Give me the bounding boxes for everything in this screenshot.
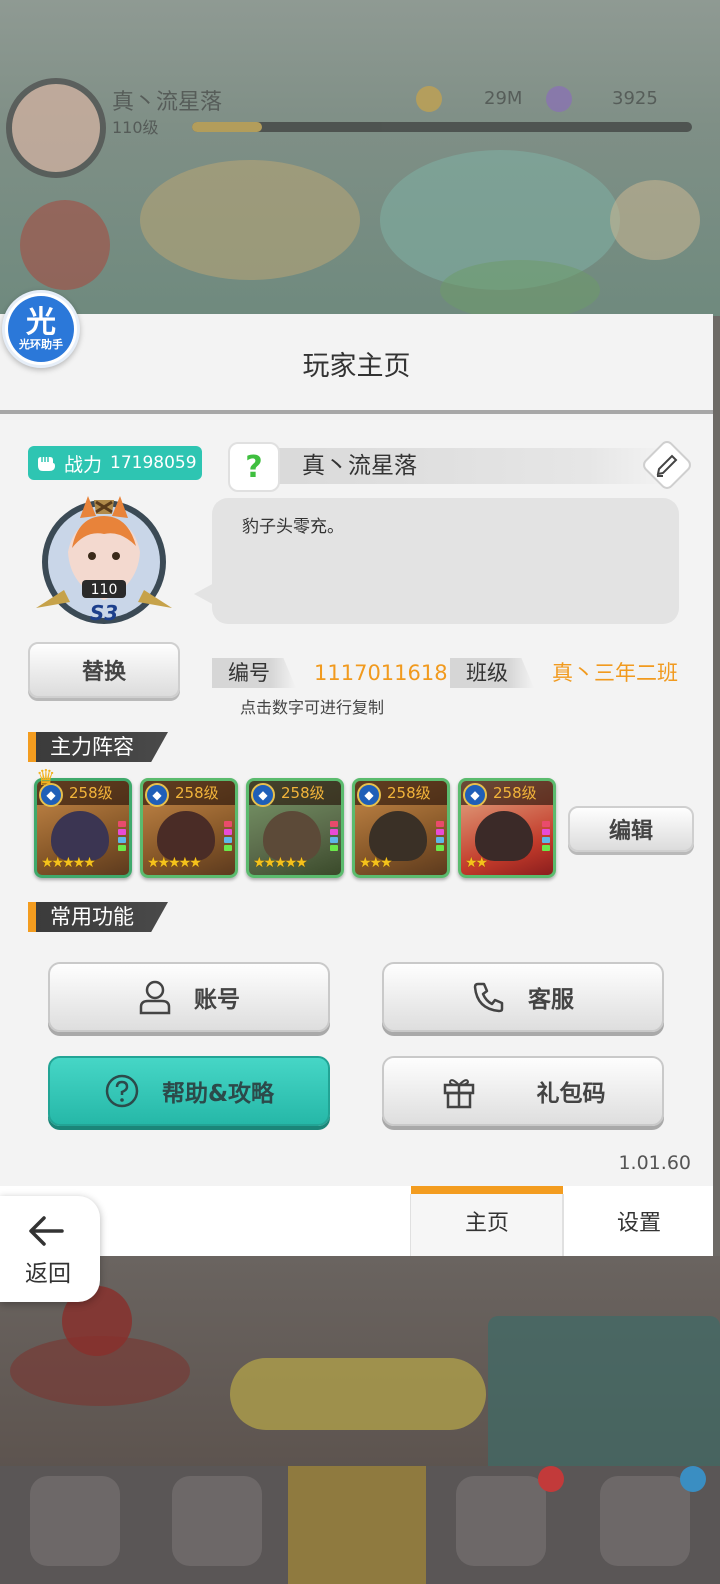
arrow-left-icon bbox=[29, 1216, 64, 1246]
power-value: 17198059 bbox=[110, 453, 197, 473]
back-button[interactable]: 返回 bbox=[0, 1196, 100, 1302]
class-label: 班级 bbox=[450, 658, 534, 688]
phone-icon bbox=[473, 982, 504, 1013]
page-title: 玩家主页 bbox=[302, 351, 411, 382]
edit-lineup-button[interactable]: 编辑 bbox=[568, 806, 694, 852]
fist-icon bbox=[38, 457, 55, 471]
assistant-char: 光 bbox=[26, 304, 56, 340]
back-label: 返回 bbox=[25, 1261, 71, 1287]
hero-stars: ★★ bbox=[465, 855, 488, 871]
avatar-rank: S3 bbox=[90, 601, 118, 625]
bg-xp-bar bbox=[192, 122, 692, 132]
bg-gem-value: 3925 bbox=[612, 88, 658, 109]
bottom-tab-bar: 主页 设置 bbox=[0, 1186, 713, 1256]
assistant-label: 光环助手 bbox=[19, 337, 63, 351]
version-text: 1.01.60 bbox=[618, 1152, 691, 1174]
hero-stars: ★★★★★ bbox=[253, 855, 308, 871]
functions-section-title: 常用功能 bbox=[28, 902, 168, 932]
hero-gear-pips bbox=[542, 821, 550, 853]
diamond-icon: ◆ bbox=[357, 783, 381, 807]
hero-portrait bbox=[51, 811, 109, 861]
tab-home[interactable]: 主页 bbox=[411, 1186, 563, 1256]
power-badge: 战力 17198059 bbox=[28, 446, 202, 480]
hero-stars: ★★★★★ bbox=[41, 855, 96, 871]
hero-gear-pips bbox=[436, 821, 444, 853]
hero-gear-pips bbox=[330, 821, 338, 853]
gift-code-button[interactable]: 礼包码 bbox=[382, 1056, 664, 1126]
id-label: 编号 bbox=[212, 658, 296, 688]
background-hud: 真丶流星落 110级 29M 3925 bbox=[0, 78, 720, 158]
diamond-icon: ◆ bbox=[463, 783, 487, 807]
user-icon bbox=[139, 980, 171, 1015]
crown-icon: ♛ bbox=[36, 766, 56, 791]
bg-player-level: 110级 bbox=[112, 118, 159, 137]
player-profile-panel: 玩家主页 战力 17198059 110 S3 替换 真丶流星落 ? 豹子头零充… bbox=[0, 314, 713, 1186]
help-question-icon[interactable]: ? bbox=[228, 442, 280, 492]
question-circle-icon bbox=[105, 1074, 139, 1108]
lineup-section-title: 主力阵容 bbox=[28, 732, 168, 762]
diamond-icon: ◆ bbox=[251, 783, 275, 807]
hero-portrait bbox=[475, 811, 533, 861]
hero-gear-pips bbox=[118, 821, 126, 853]
bg-gem-icon bbox=[546, 86, 572, 112]
hero-card[interactable]: 258级 ◆ ★★★ bbox=[352, 778, 450, 878]
player-name: 真丶流星落 bbox=[268, 448, 668, 484]
bg-player-name: 真丶流星落 bbox=[112, 90, 223, 115]
player-avatar[interactable]: 110 S3 bbox=[34, 490, 174, 630]
hero-stars: ★★★★★ bbox=[147, 855, 202, 871]
hero-portrait bbox=[369, 811, 427, 861]
background-nav bbox=[0, 1466, 720, 1584]
tab-settings[interactable]: 设置 bbox=[563, 1186, 715, 1256]
diamond-icon: ◆ bbox=[145, 783, 169, 807]
id-value[interactable]: 1117011618 bbox=[314, 658, 448, 688]
customer-service-label: 客服 bbox=[528, 987, 574, 1013]
background-bottom-scene bbox=[0, 1256, 720, 1584]
signature-bubble[interactable]: 豹子头零充。 bbox=[212, 498, 679, 624]
signature-text: 豹子头零充。 bbox=[242, 517, 344, 537]
title-divider bbox=[0, 410, 713, 414]
customer-service-button[interactable]: 客服 bbox=[382, 962, 664, 1032]
assistant-badge[interactable]: 光 光环助手 bbox=[2, 290, 80, 368]
avatar-level: 110 bbox=[91, 582, 118, 598]
class-value[interactable]: 真丶三年二班 bbox=[552, 658, 678, 688]
hero-stars: ★★★ bbox=[359, 855, 393, 871]
hero-portrait bbox=[263, 811, 321, 861]
background-map bbox=[0, 0, 720, 316]
hero-gear-pips bbox=[224, 821, 232, 853]
pencil-edit-icon[interactable] bbox=[640, 438, 694, 492]
hero-card[interactable]: 258级 ◆ ★★ bbox=[458, 778, 556, 878]
bg-gold-icon bbox=[416, 86, 442, 112]
copy-tip: 点击数字可进行复制 bbox=[240, 698, 385, 717]
help-guide-label: 帮助&攻略 bbox=[161, 1081, 275, 1107]
hero-portrait bbox=[157, 811, 215, 861]
gift-icon bbox=[443, 1079, 474, 1109]
swap-avatar-button[interactable]: 替换 bbox=[28, 642, 180, 698]
bg-gold-value: 29M bbox=[484, 88, 523, 109]
account-label: 账号 bbox=[194, 987, 240, 1013]
power-label: 战力 bbox=[64, 453, 103, 476]
hero-card[interactable]: 258级 ◆ ★★★★★ bbox=[140, 778, 238, 878]
hero-card[interactable]: 258级 ◆ ★★★★★ bbox=[34, 778, 132, 878]
help-guide-button[interactable]: 帮助&攻略 bbox=[48, 1056, 330, 1126]
account-button[interactable]: 账号 bbox=[48, 962, 330, 1032]
hero-card[interactable]: 258级 ◆ ★★★★★ bbox=[246, 778, 344, 878]
gift-code-label: 礼包码 bbox=[536, 1081, 606, 1107]
